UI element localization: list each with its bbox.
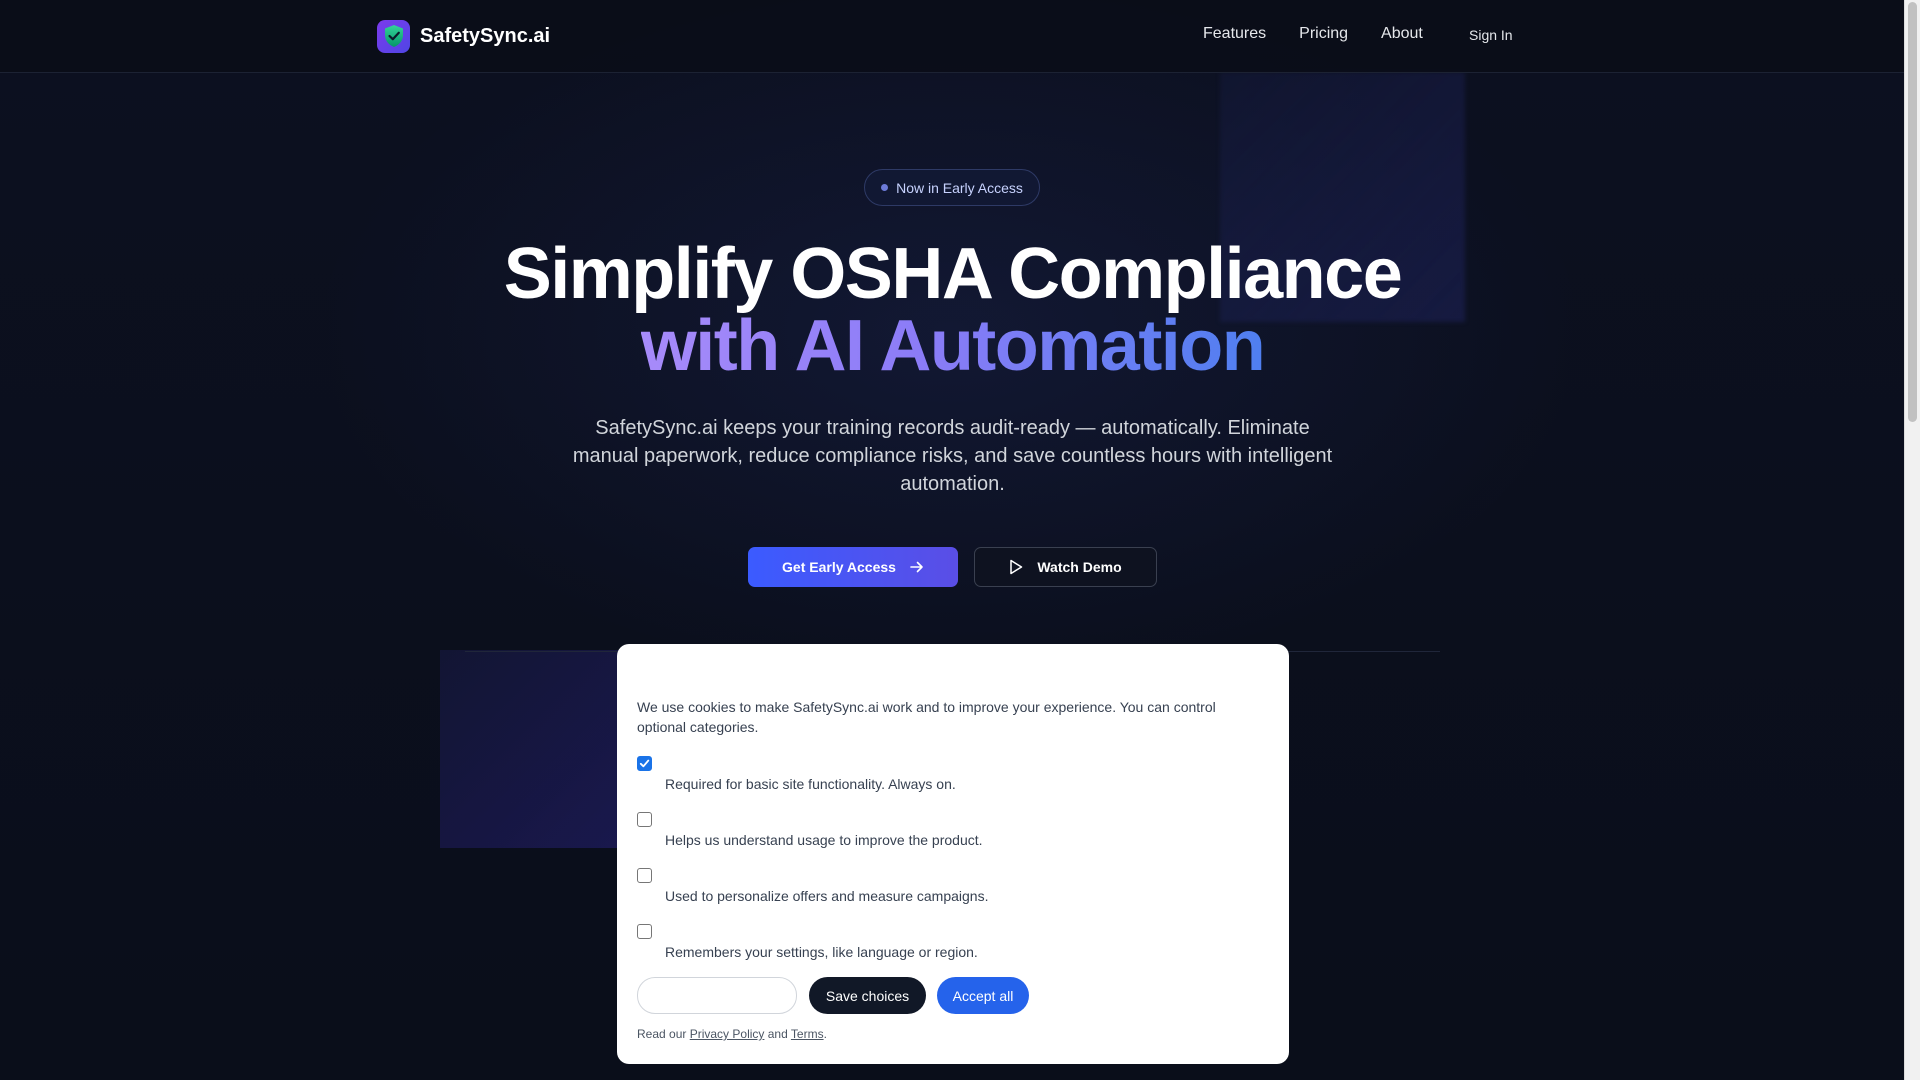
preferences-description: Remembers your settings, like language o… [665,944,978,960]
brand-link[interactable]: SafetySync.ai [377,19,550,53]
watch-demo-label: Watch Demo [1037,559,1122,575]
decorative-glow-left [440,650,620,848]
cookie-option-preferences: Remembers your settings, like language o… [637,924,1257,964]
badge-label: Now in Early Access [896,179,1023,196]
preferences-checkbox[interactable] [637,924,652,939]
cookie-footer: Read our Privacy Policy and Terms. [637,1027,827,1041]
page-scrollbar[interactable] [1904,0,1920,1080]
badge-dot-icon [881,184,889,191]
terms-link[interactable]: Terms [791,1027,824,1041]
accept-all-button[interactable]: Accept all [937,977,1029,1014]
nav-about[interactable]: About [1381,25,1423,43]
arrow-right-icon [910,560,924,574]
hero-title-line2: with AI Automation [0,304,1905,388]
marketing-description: Used to personalize offers and measure c… [665,888,989,904]
privacy-policy-link[interactable]: Privacy Policy [690,1027,765,1041]
sign-in-link[interactable]: Sign In [1469,27,1513,43]
marketing-checkbox[interactable] [637,868,652,883]
cookie-intro-text: We use cookies to make SafetySync.ai wor… [637,699,1216,735]
top-navbar: SafetySync.ai Features Pricing About Sig… [0,0,1905,73]
cookie-blank-button[interactable] [637,977,797,1014]
scrollbar-thumb[interactable] [1908,2,1917,422]
hero-title-gradient-text: with AI Automation [640,306,1266,386]
shield-check-icon [377,19,410,53]
cookie-option-analytics: Helps us understand usage to improve the… [637,812,1257,852]
cookie-option-marketing: Used to personalize offers and measure c… [637,868,1257,908]
footer-suffix: . [823,1027,827,1041]
watch-demo-button[interactable]: Watch Demo [974,547,1157,587]
brand-name: SafetySync.ai [420,24,551,47]
footer-and: and [767,1027,788,1041]
cookie-option-necessary: Required for basic site functionality. A… [637,756,1257,796]
main-nav: Features Pricing About [1203,25,1456,43]
necessary-checkbox[interactable] [637,756,652,771]
analytics-checkbox[interactable] [637,812,652,827]
get-early-access-label: Get Early Access [782,559,896,575]
hero-subtitle: SafetySync.ai keeps your training record… [572,417,1333,495]
footer-prefix: Read our [637,1027,687,1041]
cookie-consent-dialog: We use cookies to make SafetySync.ai wor… [617,644,1289,1064]
get-early-access-button[interactable]: Get Early Access [748,547,958,587]
play-icon [1009,559,1023,575]
nav-pricing[interactable]: Pricing [1299,25,1348,43]
save-choices-button[interactable]: Save choices [809,977,926,1014]
early-access-badge: Now in Early Access [864,169,1040,206]
nav-features[interactable]: Features [1203,25,1266,43]
necessary-description: Required for basic site functionality. A… [665,776,956,792]
analytics-description: Helps us understand usage to improve the… [665,832,983,848]
